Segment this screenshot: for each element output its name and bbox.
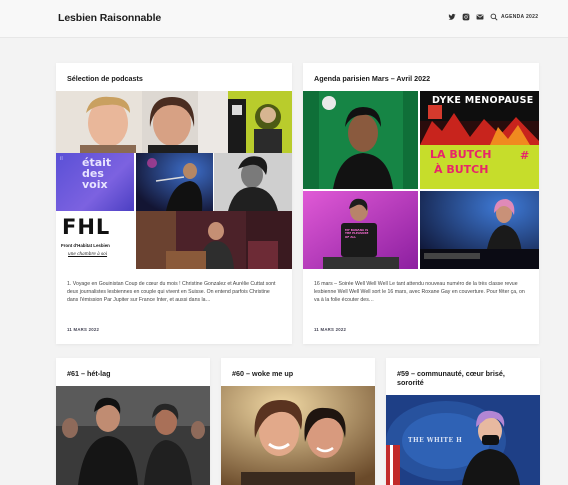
post-image-mosaic[interactable]: DYKE MENOPAUSE LA BUTCH À BUTCH # MY BAN… <box>303 91 539 269</box>
site-title[interactable]: Lesbien Raisonnable <box>58 12 161 24</box>
post-excerpt: 1. Voyage en Gouinistan Coup de cœur du … <box>67 281 276 304</box>
nav-agenda-link[interactable]: AGENDA 2022 <box>501 14 538 20</box>
post-card-59[interactable]: #59 – communauté, cœur brisé, sororité T… <box>386 358 540 485</box>
image-tile-dj-blue <box>420 191 539 269</box>
image-tile-green-poster <box>228 91 292 153</box>
image-tile-portraits <box>56 91 228 153</box>
post-excerpt: 16 mars – Soirée Well Well Well Le tant … <box>314 281 525 304</box>
social-nav <box>448 13 498 21</box>
mail-icon[interactable] <box>476 13 484 21</box>
post-title[interactable]: #59 – communauté, cœur brisé, sororité <box>397 369 531 387</box>
search-icon[interactable] <box>490 13 498 21</box>
post-image[interactable] <box>221 386 375 485</box>
image-tile-dyke-menopause: DYKE MENOPAUSE <box>420 91 539 145</box>
post-image-mosaic[interactable]: il était des voix FHL Front d'Habitat Le… <box>56 91 292 269</box>
post-date[interactable]: 11 MARS 2022 <box>67 327 99 332</box>
post-card-61[interactable]: #61 – hét-lag <box>56 358 210 485</box>
post-title[interactable]: Sélection de podcasts <box>67 74 143 83</box>
post-title[interactable]: #60 – woke me up <box>232 369 293 378</box>
image-tile-living-room <box>136 211 292 269</box>
instagram-icon[interactable] <box>462 13 470 21</box>
post-date[interactable]: 11 MARS 2022 <box>314 327 346 332</box>
twitter-icon[interactable] <box>448 13 456 21</box>
post-image[interactable]: THE WHITE H <box>386 395 540 485</box>
voices-poster-text: était des voix <box>82 156 112 191</box>
site-header: Lesbien Raisonnable AGENDA 2022 <box>0 0 568 38</box>
image-tile-voices-poster: il était des voix <box>56 153 134 211</box>
post-image[interactable] <box>56 386 210 485</box>
image-tile-la-butch: LA BUTCH À BUTCH # <box>420 145 539 189</box>
post-title[interactable]: Agenda parisien Mars – Avril 2022 <box>314 74 430 83</box>
image-tile-singer <box>136 153 213 211</box>
image-tile-green-portrait <box>303 91 418 189</box>
post-card-podcasts[interactable]: Sélection de podcasts il était des voix … <box>56 63 292 344</box>
image-tile-bw-portrait <box>214 153 292 211</box>
image-tile-fhl-logo: FHL Front d'Habitat Lesbien une chambre … <box>56 211 134 269</box>
post-title[interactable]: #61 – hét-lag <box>67 369 111 378</box>
post-card-agenda[interactable]: Agenda parisien Mars – Avril 2022 DYKE M… <box>303 63 539 344</box>
post-card-60[interactable]: #60 – woke me up <box>221 358 375 485</box>
image-tile-dj-pink: MY BANANA IS THE PLEASURE OF ALL <box>303 191 418 269</box>
